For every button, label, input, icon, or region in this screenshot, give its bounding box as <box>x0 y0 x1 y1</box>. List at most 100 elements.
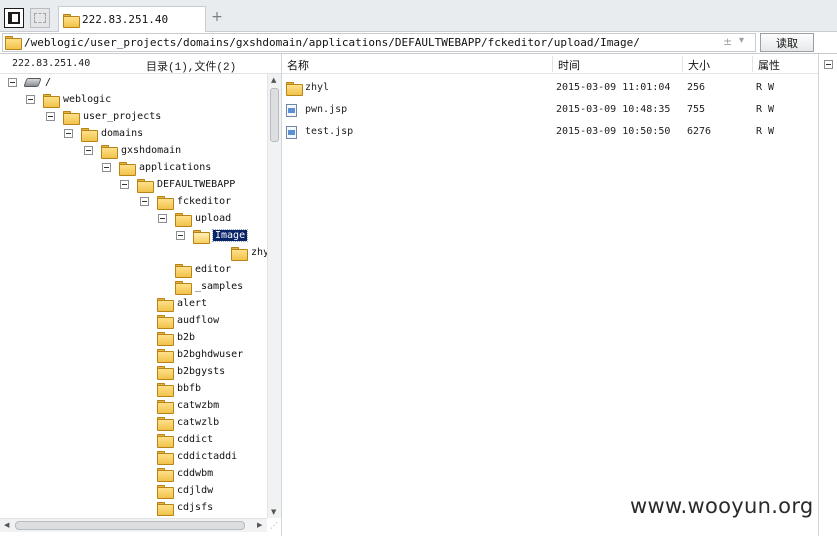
folder-icon <box>101 144 118 159</box>
tree-node[interactable]: b2b <box>157 329 195 346</box>
tree-node[interactable]: cddictaddi <box>157 448 237 465</box>
tree-node[interactable]: alert <box>157 295 207 312</box>
collapse-icon[interactable] <box>102 163 111 172</box>
column-divider[interactable] <box>552 56 553 72</box>
secondary-panel-button[interactable] <box>30 8 50 28</box>
column-time[interactable]: 时间 <box>558 57 580 73</box>
folder-icon <box>63 13 80 28</box>
folder-icon <box>63 110 80 125</box>
collapse-icon[interactable] <box>824 60 833 69</box>
file-icon <box>286 126 297 139</box>
tree-node-label: editor <box>195 264 232 275</box>
collapse-icon[interactable] <box>84 146 93 155</box>
tree-node[interactable]: editor <box>175 261 231 278</box>
watermark: www.wooyun.org <box>630 494 814 518</box>
folder-icon <box>43 93 60 108</box>
tree-node[interactable]: cdjldw <box>157 482 213 499</box>
tree-node[interactable]: b2bgysts <box>157 363 225 380</box>
scroll-thumb[interactable] <box>270 88 279 142</box>
folder-icon <box>286 82 303 96</box>
server-ip: 222.83.251.40 <box>12 58 91 69</box>
cell-size: 6276 <box>687 126 712 137</box>
tree-node[interactable]: audflow <box>157 312 219 329</box>
scroll-right-icon[interactable]: ▶ <box>257 521 262 529</box>
column-divider[interactable] <box>682 56 683 72</box>
read-button[interactable]: 读取 <box>760 33 814 52</box>
folder-icon <box>157 195 174 210</box>
column-attr[interactable]: 属性 <box>758 57 780 73</box>
tab-session[interactable]: 222.83.251.40 <box>58 6 206 32</box>
tree-horizontal-scrollbar[interactable]: ◀ ▶ <box>0 518 267 532</box>
file-row[interactable]: test.jsp 2015-03-09 10:50:50 6276 R W <box>282 122 818 144</box>
tree-node[interactable]: cddict <box>157 431 213 448</box>
collapse-icon[interactable] <box>158 214 167 223</box>
tree-node[interactable]: b2bghdwuser <box>157 346 243 363</box>
tree-node-label: applications <box>139 162 212 173</box>
tree-node-label: cdjsfs <box>177 502 214 513</box>
folder-icon <box>175 263 192 278</box>
placeholder-icon <box>34 13 46 23</box>
tree-node-label: audflow <box>177 315 220 326</box>
resize-grip-icon[interactable]: ⋰ <box>270 521 278 530</box>
collapse-icon[interactable] <box>26 95 35 104</box>
tree-node[interactable]: weblogic <box>26 91 111 108</box>
cell-size: 755 <box>687 104 706 115</box>
directory-tree: / weblogic user_projects domains gxshdomain a… <box>0 74 267 518</box>
scroll-left-icon[interactable]: ◀ <box>4 521 9 529</box>
plus-minus-icon[interactable]: ± <box>723 35 732 48</box>
tree-node-label: cddict <box>177 434 214 445</box>
tree-node[interactable]: Image <box>176 227 249 244</box>
folder-icon <box>231 246 248 261</box>
column-divider[interactable] <box>752 56 753 72</box>
collapse-icon[interactable] <box>64 129 73 138</box>
collapse-icon[interactable] <box>120 180 129 189</box>
chevron-down-icon[interactable]: ▾ <box>739 35 744 46</box>
tree-node[interactable]: / <box>8 74 51 91</box>
item-count: 目录(1),文件(2) <box>146 62 237 74</box>
collapse-icon[interactable] <box>46 112 55 121</box>
tree-node[interactable]: fckeditor <box>140 193 231 210</box>
scroll-thumb[interactable] <box>15 521 245 530</box>
tree-node[interactable]: bbfb <box>157 380 201 397</box>
tree-node-label: upload <box>195 213 232 224</box>
cell-name: zhyl <box>305 82 330 93</box>
tree-node-label: bbfb <box>177 383 202 394</box>
tree-vertical-scrollbar[interactable]: ▲ ▼ <box>267 74 281 518</box>
folder-icon <box>81 127 98 142</box>
add-tab-button[interactable]: + <box>209 9 225 25</box>
folder-icon <box>157 467 174 482</box>
collapse-icon[interactable] <box>8 78 17 87</box>
tree-node[interactable]: gxshdomain <box>84 142 181 159</box>
tree-node[interactable]: catwzbm <box>157 397 219 414</box>
folder-open-icon <box>193 229 210 244</box>
collapse-icon[interactable] <box>140 197 149 206</box>
tree-node[interactable]: cddwbm <box>157 465 213 482</box>
folder-icon <box>175 280 192 295</box>
column-size[interactable]: 大小 <box>688 57 710 73</box>
tree-node-label: catwzbm <box>177 400 220 411</box>
folder-icon <box>157 314 174 329</box>
tree-node[interactable]: _samples <box>175 278 243 295</box>
cell-attr: R W <box>756 82 775 93</box>
tree-node[interactable]: domains <box>64 125 143 142</box>
collapse-icon[interactable] <box>176 231 185 240</box>
scroll-up-icon[interactable]: ▲ <box>271 76 276 84</box>
tree-node[interactable]: upload <box>158 210 231 227</box>
tree-node[interactable]: DEFAULTWEBAPP <box>120 176 235 193</box>
toggle-panel-button[interactable] <box>4 8 24 28</box>
tree-node[interactable]: zhyl <box>231 244 267 261</box>
tree-node-label: catwzlb <box>177 417 220 428</box>
file-row[interactable]: pwn.jsp 2015-03-09 10:48:35 755 R W <box>282 100 818 122</box>
file-row[interactable]: zhyl 2015-03-09 11:01:04 256 R W <box>282 78 818 100</box>
tree-node[interactable]: user_projects <box>46 108 161 125</box>
tree-node[interactable]: catwzlb <box>157 414 219 431</box>
tree-node[interactable]: applications <box>102 159 211 176</box>
folder-icon <box>157 416 174 431</box>
tab-bar: 222.83.251.40 + <box>0 0 837 32</box>
path-text: /weblogic/user_projects/domains/gxshdoma… <box>24 36 640 49</box>
folder-icon <box>157 382 174 397</box>
side-panel <box>818 54 837 536</box>
scroll-down-icon[interactable]: ▼ <box>271 508 276 516</box>
tree-node[interactable]: cdjsfs <box>157 499 213 516</box>
column-name[interactable]: 名称 <box>287 57 309 73</box>
